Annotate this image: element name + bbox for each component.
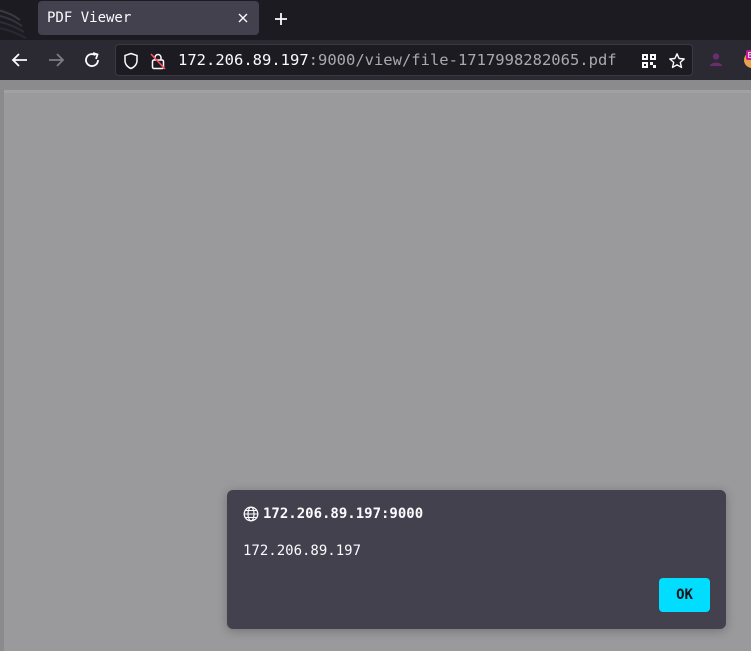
plus-icon [275, 13, 287, 25]
tab-strip: PDF Viewer [0, 0, 751, 40]
pdf-area-border [4, 90, 751, 93]
back-button[interactable] [8, 48, 32, 72]
forward-button[interactable] [44, 48, 68, 72]
url-path: :9000/view/file-1717998282065.pdf [308, 51, 617, 69]
new-tab-button[interactable] [269, 7, 293, 31]
svg-text:B: B [748, 51, 751, 60]
close-icon[interactable] [231, 6, 255, 30]
navigation-toolbar: 172.206.89.197:9000/view/file-1717998282… [0, 40, 751, 80]
ok-button[interactable]: OK [659, 578, 710, 612]
url-host: 172.206.89.197 [178, 51, 309, 69]
alert-dialog: 172.206.89.197:9000 172.206.89.197 OK [227, 490, 726, 629]
profile-icon[interactable] [705, 48, 727, 70]
shield-icon[interactable] [122, 52, 140, 70]
tab-title: PDF Viewer [47, 10, 132, 26]
reload-icon [85, 52, 99, 67]
insecure-lock-icon[interactable] [149, 52, 167, 70]
globe-icon [243, 506, 259, 522]
reload-button[interactable] [80, 48, 104, 72]
qr-code-icon[interactable] [640, 52, 658, 70]
dialog-origin: 172.206.89.197:9000 [243, 506, 423, 522]
page-content: 172.206.89.197:9000 172.206.89.197 OK [0, 80, 751, 651]
dialog-origin-text: 172.206.89.197:9000 [263, 506, 424, 522]
back-arrow-icon [11, 53, 27, 67]
url-bar[interactable]: 172.206.89.197:9000/view/file-1717998282… [115, 44, 693, 76]
star-icon[interactable] [668, 52, 686, 70]
tab-pdf-viewer[interactable]: PDF Viewer [38, 1, 259, 35]
extension-badge-icon[interactable]: B [740, 48, 751, 70]
forward-arrow-icon [49, 53, 65, 67]
dialog-message: 172.206.89.197 [243, 543, 362, 559]
url-text[interactable]: 172.206.89.197:9000/view/file-1717998282… [178, 51, 617, 69]
